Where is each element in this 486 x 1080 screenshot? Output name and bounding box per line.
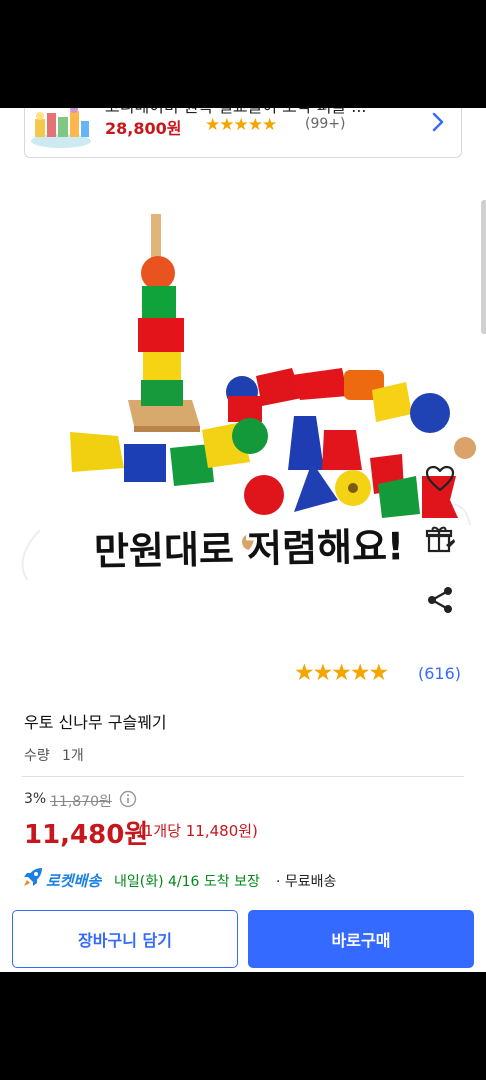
sale-price: 11,480원	[24, 820, 149, 850]
recommended-product-thumbnail	[31, 108, 91, 148]
rating-stars[interactable]: ★★★★★	[294, 660, 389, 686]
share-icon[interactable]	[424, 584, 456, 616]
original-price: 11,870원	[50, 794, 112, 810]
gift-icon[interactable]	[424, 523, 456, 555]
rocket-icon	[24, 868, 42, 886]
info-icon[interactable]	[119, 790, 137, 808]
quantity-label: 수량	[24, 748, 50, 764]
recommended-product-price: 28,800원	[105, 119, 182, 138]
heart-icon[interactable]	[424, 463, 456, 495]
unit-price: (1개당 11,480원)	[138, 822, 258, 840]
delivery-date: 내일(화) 4/16 도착 보장	[114, 874, 260, 890]
recommended-product-card[interactable]: 코니베이비 원목 칠교놀이 조각 퍼즐 ... 28,800원 ★★★★★ (9…	[24, 108, 462, 158]
navigation-bar-area	[0, 972, 486, 1080]
rocket-delivery-badge: 로켓배송	[46, 872, 102, 890]
image-caption: 만원대로 저렴해요!	[93, 524, 405, 574]
divider	[22, 776, 464, 777]
free-shipping-label: · 무료배송	[276, 874, 337, 890]
rating-count[interactable]: (616)	[418, 664, 461, 683]
chevron-right-icon[interactable]	[427, 111, 449, 133]
recommended-product-stars: ★★★★★	[205, 115, 277, 135]
buy-now-button[interactable]: 바로구매	[248, 910, 474, 968]
status-bar-area	[0, 0, 486, 108]
discount-rate: 3%	[24, 791, 47, 807]
product-page: 코니베이비 원목 칠교놀이 조각 퍼즐 ... 28,800원 ★★★★★ (9…	[0, 108, 486, 972]
quantity-value: 1개	[62, 748, 84, 764]
add-to-cart-button[interactable]: 장바구니 담기	[12, 910, 238, 968]
recommended-product-review-count: (99+)	[305, 116, 346, 132]
product-title: 우토 신나무 구슬꿰기	[24, 713, 167, 732]
